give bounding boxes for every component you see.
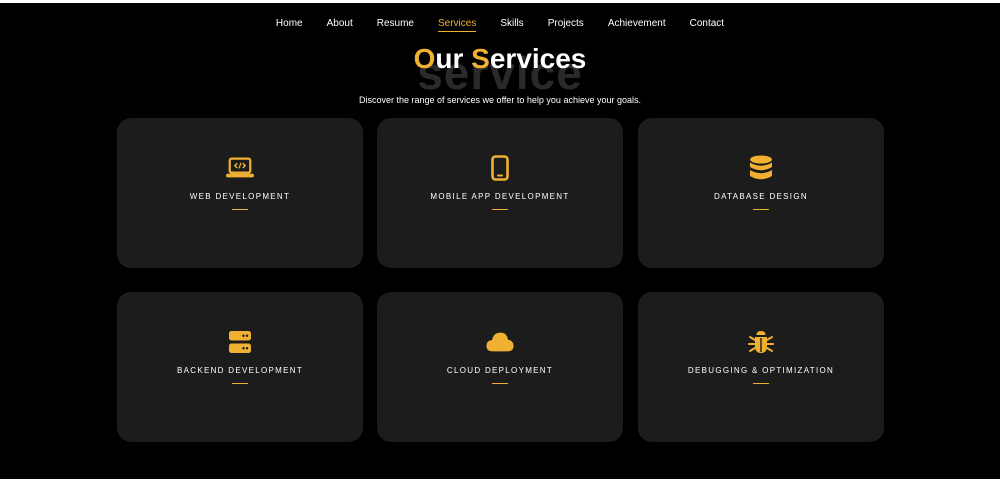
database-icon [747,154,775,182]
nav-projects[interactable]: Projects [536,18,596,30]
title-part-1: ur [435,43,472,74]
page-title: Our Services [0,39,1000,79]
service-label: BACKEND DEVELOPMENT [176,366,304,375]
service-card-database-design[interactable]: DATABASE DESIGN [638,118,884,268]
service-label: CLOUD DEPLOYMENT [446,366,554,375]
server-icon [226,328,254,356]
service-card-cloud-deployment[interactable]: CLOUD DEPLOYMENT [377,292,623,442]
cloud-icon [486,328,514,356]
nav-services[interactable]: Services [426,18,488,32]
service-label: DATABASE DESIGN [714,192,808,201]
title-accent-o: O [413,43,436,74]
title-accent-s: S [471,43,490,74]
service-card-web-development[interactable]: WEB DEVELOPMENT [117,118,363,268]
service-underline [492,383,508,384]
nav-home[interactable]: Home [264,18,315,30]
section-heading: service Our Services [0,39,1000,96]
service-label: WEB DEVELOPMENT [189,192,291,201]
nav-achievement[interactable]: Achievement [596,18,678,30]
service-card-debugging-optimization[interactable]: DEBUGGING & OPTIMIZATION [638,292,884,442]
service-underline [753,383,769,384]
section-subtitle: Discover the range of services we offer … [359,95,641,105]
service-card-mobile-app-development[interactable]: MOBILE APP DEVELOPMENT [377,118,623,268]
bug-icon [747,328,775,356]
title-part-2: ervices [489,43,587,74]
service-label: DEBUGGING & OPTIMIZATION [687,366,835,375]
service-underline [232,209,248,210]
nav-resume[interactable]: Resume [365,18,426,30]
nav-skills[interactable]: Skills [488,18,535,30]
laptop-code-icon [226,154,254,182]
page-frame: Home About Resume Services Skills Projec… [0,3,1000,479]
service-underline [492,209,508,210]
nav-contact[interactable]: Contact [678,18,736,30]
mobile-icon [486,154,514,182]
top-nav: Home About Resume Services Skills Projec… [0,18,1000,32]
service-card-backend-development[interactable]: BACKEND DEVELOPMENT [117,292,363,442]
service-underline [232,383,248,384]
nav-about[interactable]: About [315,18,365,30]
service-underline [753,209,769,210]
service-label: MOBILE APP DEVELOPMENT [430,192,570,201]
